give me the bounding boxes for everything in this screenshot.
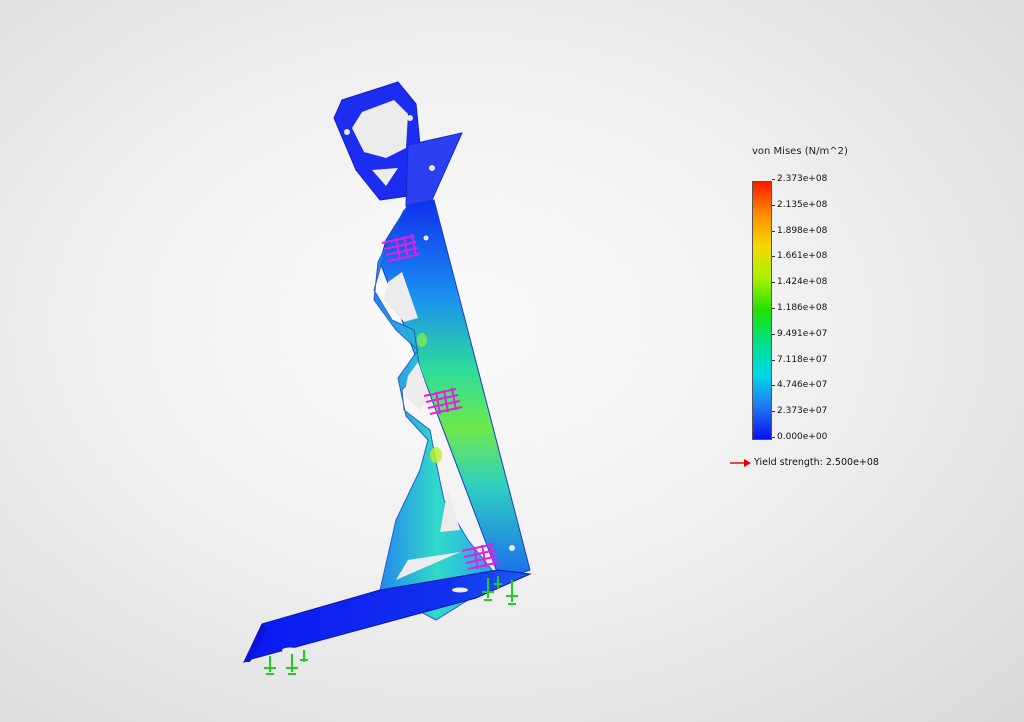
colorbar-tick-mark — [772, 359, 775, 361]
colorbar-tick-label: 1.424e+08 — [777, 277, 828, 288]
colorbar-tick-label: 1.186e+08 — [777, 303, 828, 313]
colorbar-tick-mark — [772, 308, 775, 309]
colorbar-tick-label: 4.746e+07 — [777, 380, 828, 391]
colorbar-tick-mark — [772, 256, 775, 258]
colorbar — [752, 181, 772, 440]
colorbar-tick-mark — [772, 333, 775, 335]
colorbar-tick-label: 7.118e+07 — [777, 354, 828, 365]
colorbar-tick-mark — [772, 411, 775, 413]
colorbar-tick-label: 1.661e+08 — [777, 251, 828, 262]
colorbar-tick-mark — [772, 385, 775, 387]
yield-strength-marker: Yield strength: 2.500e+08 — [730, 457, 879, 468]
colorbar-tick-mark — [772, 204, 775, 206]
model-viewport[interactable] — [0, 0, 1024, 722]
colorbar-tick-label: 0.000e+00 — [777, 432, 828, 442]
colorbar-tick-label: 2.373e+07 — [777, 406, 828, 417]
colorbar-tick-label: 2.373e+08 — [777, 174, 828, 184]
colorbar-tick-mark — [772, 179, 775, 180]
yield-arrow-icon — [730, 458, 751, 467]
colorbar-tick-label: 1.898e+08 — [777, 225, 828, 236]
colorbar-tick-mark — [772, 282, 775, 284]
colorbar-tick-label: 2.135e+08 — [777, 199, 828, 210]
yield-strength-label: Yield strength: 2.500e+08 — [754, 457, 879, 468]
colorbar-tick-label: 9.491e+07 — [777, 328, 828, 339]
colorbar-tick-mark — [772, 437, 775, 438]
colorbar-tick-mark — [772, 230, 775, 232]
legend-title: von Mises (N/m^2) — [752, 146, 848, 157]
top-mount-plate — [333, 81, 463, 207]
